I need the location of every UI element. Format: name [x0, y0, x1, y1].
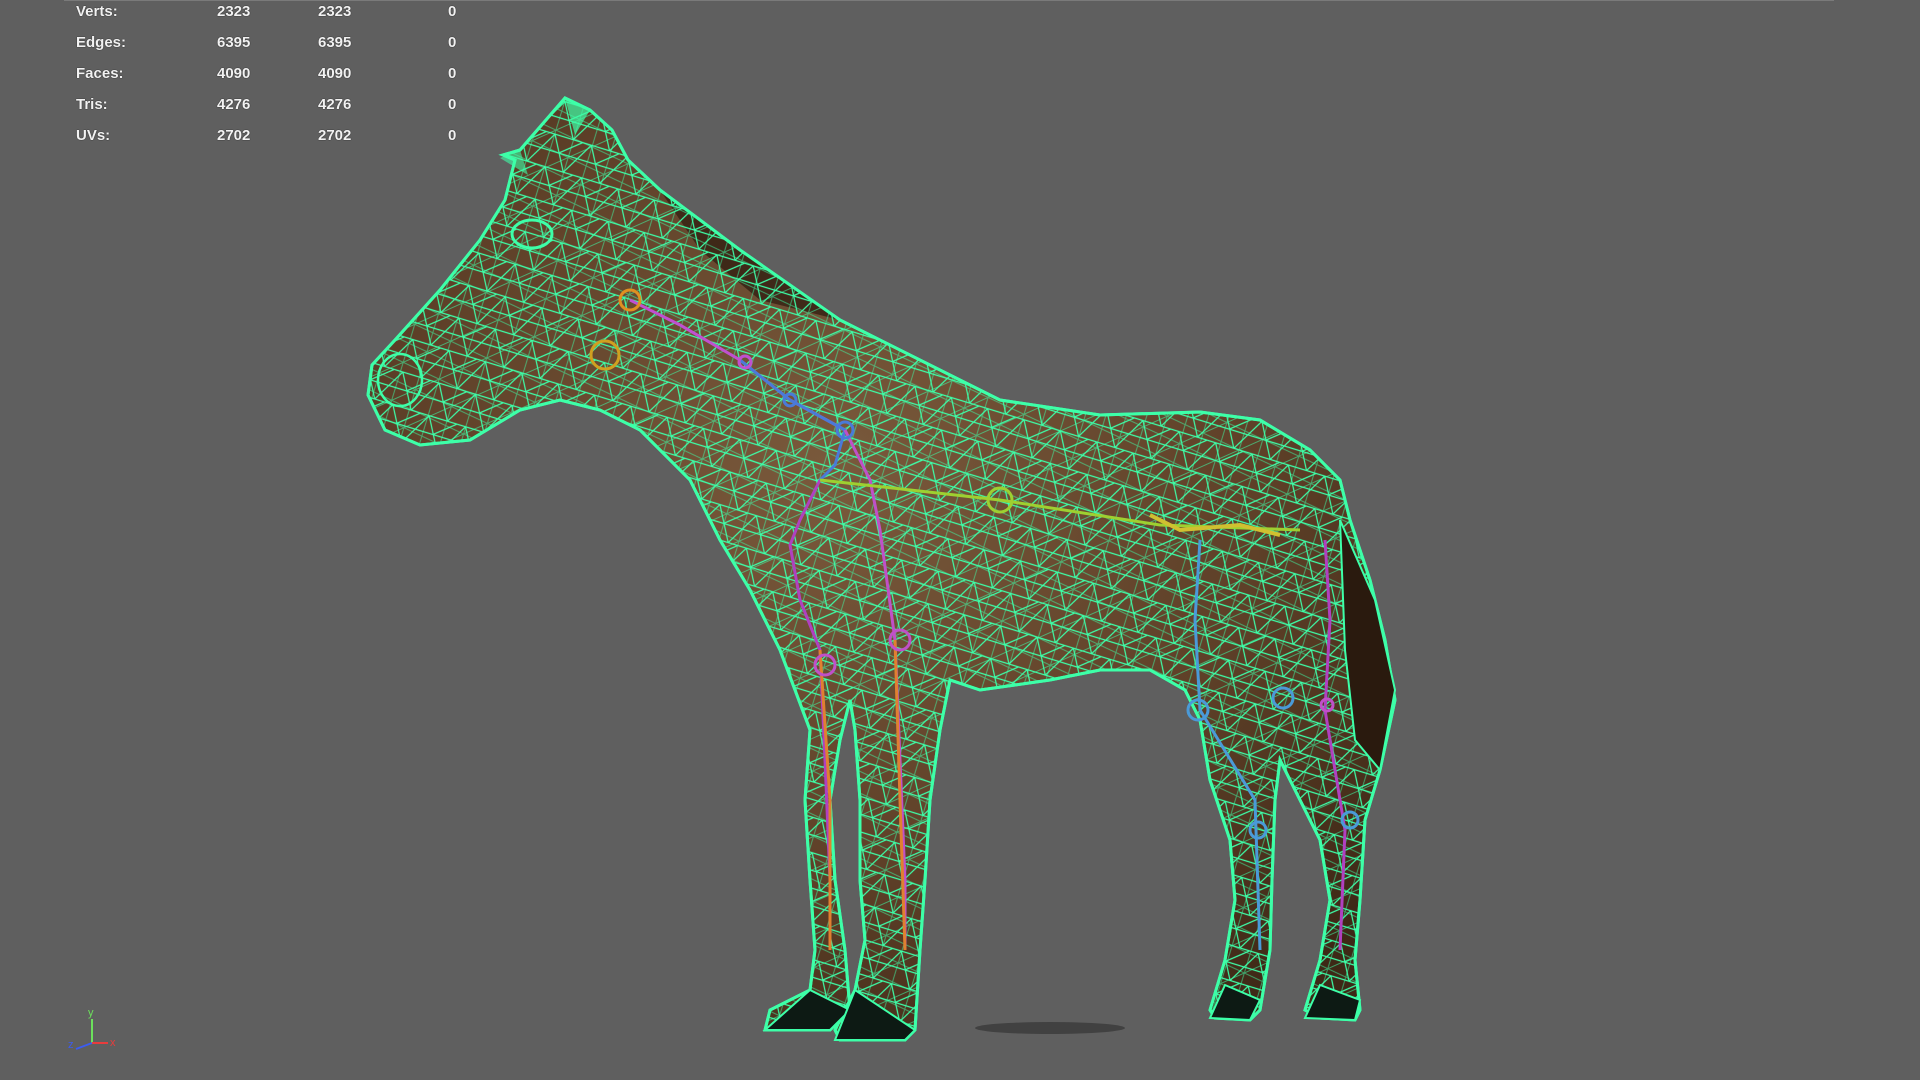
ground-shadow [975, 1022, 1125, 1034]
horse-wireframe-model[interactable] [0, 0, 1920, 1080]
z-axis-line [75, 1042, 93, 1050]
y-axis-label: y [88, 1007, 94, 1019]
horse-mesh [366, 96, 1397, 1042]
axis-orientation-gizmo: y x z [68, 1007, 116, 1051]
x-axis-label: x [110, 1037, 116, 1049]
3d-viewport[interactable]: Verts: 2323 2323 0 Edges: 6395 6395 0 Fa… [0, 0, 1920, 1080]
z-axis-label: z [68, 1039, 74, 1051]
